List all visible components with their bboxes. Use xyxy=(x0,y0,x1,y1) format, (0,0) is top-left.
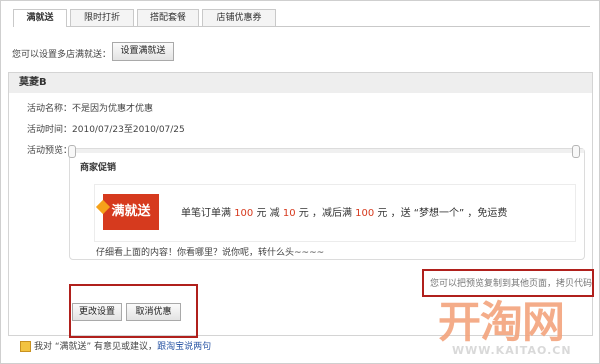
preview-footer-text: 仔细看上面的内容！你看哪里？说你呢，转什么头~~~~ xyxy=(96,248,325,258)
modify-settings-button[interactable]: 更改设置 xyxy=(72,303,122,321)
cancel-promo-button[interactable]: 取消优惠 xyxy=(126,303,181,321)
feedback-line: 我对 “满就送” 有意见或建议，跟淘宝说两句 xyxy=(20,339,211,352)
tab-discount[interactable]: 限时打折 xyxy=(70,9,134,26)
manjiusong-badge: 满就送 xyxy=(95,194,159,230)
preview-knob-left[interactable] xyxy=(68,145,76,158)
promo-box: 满就送 单笔订单满 100 元 减 10 元 ，减后满 100 元 ，送 “梦想… xyxy=(94,184,576,242)
promo-discount: 10 xyxy=(282,208,296,219)
promo-text-3: 元 ，减后满 xyxy=(298,208,352,219)
preview-scroll-track xyxy=(70,149,584,153)
feedback-link[interactable]: 跟淘宝说两句 xyxy=(157,342,211,352)
preview-knob-right[interactable] xyxy=(572,145,580,158)
tab-combo[interactable]: 搭配套餐 xyxy=(137,9,199,26)
promo-text-1: 单笔订单满 xyxy=(181,208,231,219)
promo-preview: 商家促销 满就送 单笔订单满 100 元 减 10 元 ，减后满 100 元 ，… xyxy=(68,145,585,260)
promo-threshold: 100 xyxy=(234,208,254,219)
promo-text-4: 元 ，送 “梦想一个” ，免运费 xyxy=(377,208,508,219)
tab-coupon[interactable]: 店铺优惠券 xyxy=(202,9,276,26)
setup-button[interactable]: 设置满就送 xyxy=(112,42,174,61)
badge-label: 满就送 xyxy=(111,204,151,219)
promo-rule-text: 单笔订单满 100 元 减 10 元 ，减后满 100 元 ，送 “梦想一个” … xyxy=(181,204,507,219)
badge-tag-icon xyxy=(95,199,111,215)
activity-time-row: 活动时间：2010/07/23至2010/07/25 xyxy=(27,122,185,135)
activity-name-row: 活动名称：不是因为优惠才优惠 xyxy=(27,101,153,114)
tab-bar: 满就送 限时打折 搭配套餐 店铺优惠券 xyxy=(13,9,590,27)
time-label: 活动时间： xyxy=(27,125,73,135)
name-label: 活动名称： xyxy=(27,104,73,114)
feedback-icon xyxy=(20,341,31,352)
activity-title: 莫菱B xyxy=(9,73,592,93)
watermark-logo: 开淘网 xyxy=(438,298,565,348)
time-value: 2010/07/23至2010/07/25 xyxy=(72,125,185,135)
feedback-text: 我对 “满就送” 有意见或建议， xyxy=(34,342,158,352)
promo-threshold-2: 100 xyxy=(355,208,375,219)
watermark-url: WWW.KAITAO.CN xyxy=(452,344,572,357)
name-value: 不是因为优惠才优惠 xyxy=(72,104,154,114)
intro-text: 您可以设置多店满就送： xyxy=(12,50,112,60)
shop-promo-header: 商家促销 xyxy=(80,163,117,173)
preview-label: 活动预览： xyxy=(27,146,73,156)
tab-manjiusong[interactable]: 满就送 xyxy=(13,9,67,27)
promo-text-2: 元 减 xyxy=(256,208,280,219)
